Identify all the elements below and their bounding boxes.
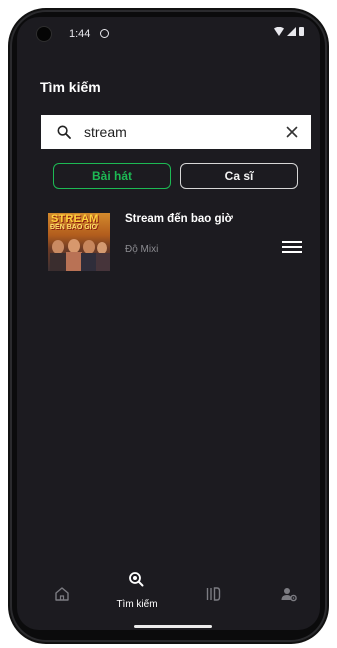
song-result-item[interactable]: STREAM ĐẾN BAO GIỜ Stream đến bao giờ Độ… xyxy=(48,213,302,271)
nav-home[interactable] xyxy=(32,565,92,615)
search-bar[interactable] xyxy=(41,115,311,149)
status-bar: 1:44 xyxy=(17,17,320,47)
menu-icon[interactable] xyxy=(282,240,302,254)
search-input[interactable] xyxy=(84,115,274,149)
tab-artists[interactable]: Ca sĩ xyxy=(180,163,298,189)
battery-icon xyxy=(299,27,304,36)
nav-library[interactable] xyxy=(183,565,243,615)
song-title: Stream đến bao giờ xyxy=(125,213,233,225)
tab-songs[interactable]: Bài hát xyxy=(53,163,171,189)
cover-subtitle-text: ĐẾN BAO GIỜ xyxy=(50,224,98,231)
bottom-navigation: Tìm kiếm xyxy=(17,565,320,615)
cover-people-illustration xyxy=(50,239,110,271)
gesture-home-bar[interactable] xyxy=(134,625,212,628)
song-artist: Độ Mixi xyxy=(125,244,159,255)
library-icon xyxy=(206,587,221,601)
status-time: 1:44 xyxy=(69,28,91,40)
account-settings-icon xyxy=(281,588,297,602)
system-icons xyxy=(274,27,304,36)
wifi-icon xyxy=(274,27,284,36)
nav-search-label: Tìm kiếm xyxy=(116,599,158,610)
search-icon xyxy=(129,572,144,587)
notification-icon xyxy=(100,29,109,38)
nav-account[interactable] xyxy=(259,565,319,615)
page-title: Tìm kiếm xyxy=(40,79,101,95)
search-icon xyxy=(57,125,71,139)
cover-title-text: STREAM xyxy=(51,213,99,225)
app-screen: 1:44 Tìm kiếm Bài hát Ca sĩ STREAM xyxy=(17,17,320,630)
close-icon[interactable] xyxy=(285,125,299,139)
song-cover-image: STREAM ĐẾN BAO GIỜ xyxy=(48,213,110,271)
nav-search[interactable]: Tìm kiếm xyxy=(107,565,167,615)
home-icon xyxy=(55,587,69,601)
signal-icon xyxy=(287,27,296,36)
front-camera xyxy=(37,27,51,41)
